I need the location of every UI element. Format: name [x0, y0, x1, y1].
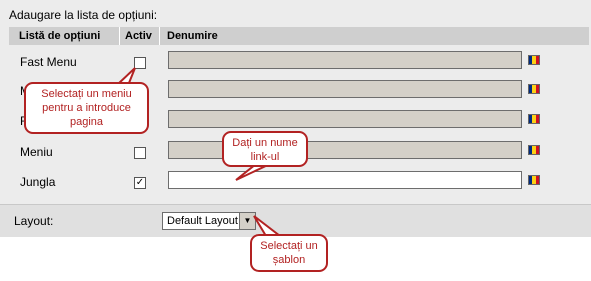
layout-select-value: Default Layout [167, 215, 238, 227]
chevron-down-icon[interactable]: ▼ [239, 213, 255, 229]
layout-select[interactable]: Default Layout ▼ [162, 212, 256, 230]
layout-label: Layout: [14, 214, 54, 228]
active-checkbox[interactable] [134, 57, 146, 69]
table-header: Listă de opțiuni Activ Denumire [9, 27, 589, 45]
flag-icon [528, 114, 540, 124]
name-input[interactable] [168, 110, 522, 128]
table-row: Jungla ✓ [0, 167, 591, 197]
flag-icon [528, 175, 540, 185]
callout-select-template: Selectați un șablon [250, 234, 328, 272]
table-row: Fast Menu [0, 47, 591, 77]
row-label: Jungla [20, 175, 56, 189]
name-input[interactable] [168, 171, 522, 189]
layout-row: Layout: Default Layout ▼ [0, 204, 591, 237]
row-label: Fast Menu [20, 55, 77, 69]
active-checkbox[interactable] [134, 147, 146, 159]
flag-icon [528, 84, 540, 94]
callout-select-menu: Selectați un meniu pentru a introduce pa… [24, 82, 149, 134]
header-options-list: Listă de opțiuni [19, 30, 101, 42]
header-divider [159, 27, 160, 45]
flag-icon [528, 145, 540, 155]
header-name: Denumire [167, 30, 218, 42]
name-input[interactable] [168, 51, 522, 69]
header-divider [119, 27, 120, 45]
header-active: Activ [125, 30, 152, 42]
active-checkbox[interactable]: ✓ [134, 177, 146, 189]
section-title: Adaugare la lista de opțiuni: [9, 8, 158, 22]
name-input[interactable] [168, 80, 522, 98]
row-label: Meniu [20, 145, 53, 159]
flag-icon [528, 55, 540, 65]
callout-name-link: Dați un nume link-ul [222, 131, 308, 167]
